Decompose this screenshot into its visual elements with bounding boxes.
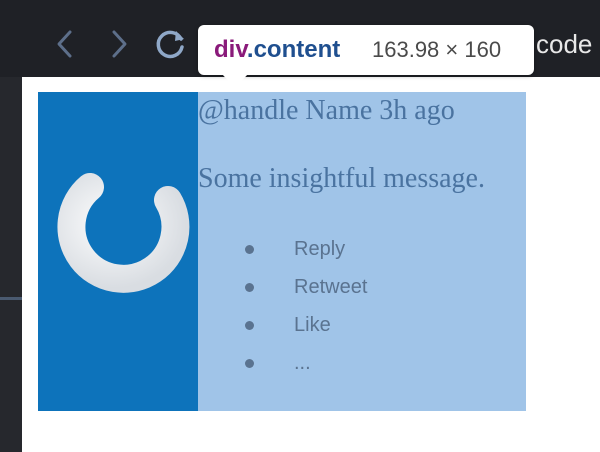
action-label: Reply: [294, 238, 346, 260]
back-arrow-icon: [57, 30, 72, 58]
inspector-tooltip: div.content 163.98 × 160: [198, 25, 534, 75]
address-bar-text[interactable]: code: [536, 28, 592, 60]
action-label: Like: [294, 314, 331, 336]
tweet-content: @handle Name 3h ago Some insightful mess…: [198, 92, 528, 411]
forward-button[interactable]: [102, 22, 136, 66]
back-button[interactable]: [48, 22, 82, 66]
tooltip-dimensions: 163.98 × 160: [372, 37, 502, 62]
tweet-message: Some insightful message.: [198, 163, 485, 194]
devtools-side-edge: [0, 77, 22, 452]
bullet-icon: [245, 245, 254, 254]
avatar[interactable]: [38, 92, 198, 411]
bullet-icon: [245, 283, 254, 292]
reload-icon: [156, 30, 184, 59]
action-label: Retweet: [294, 276, 368, 298]
tooltip-tag-name: div: [214, 36, 247, 63]
power-logo-icon: [57, 141, 190, 293]
tweet-meta: @handle Name 3h ago: [198, 95, 455, 126]
tooltip-arrow: [222, 74, 248, 88]
bullet-icon: [245, 321, 254, 330]
reload-button[interactable]: [154, 22, 188, 66]
side-divider: [0, 297, 22, 300]
action-label: ...: [294, 352, 311, 374]
tooltip-class-name: .content: [246, 36, 341, 63]
forward-arrow-icon: [112, 30, 127, 58]
tooltip-selector: div.content: [214, 35, 340, 65]
bullet-icon: [245, 359, 254, 368]
